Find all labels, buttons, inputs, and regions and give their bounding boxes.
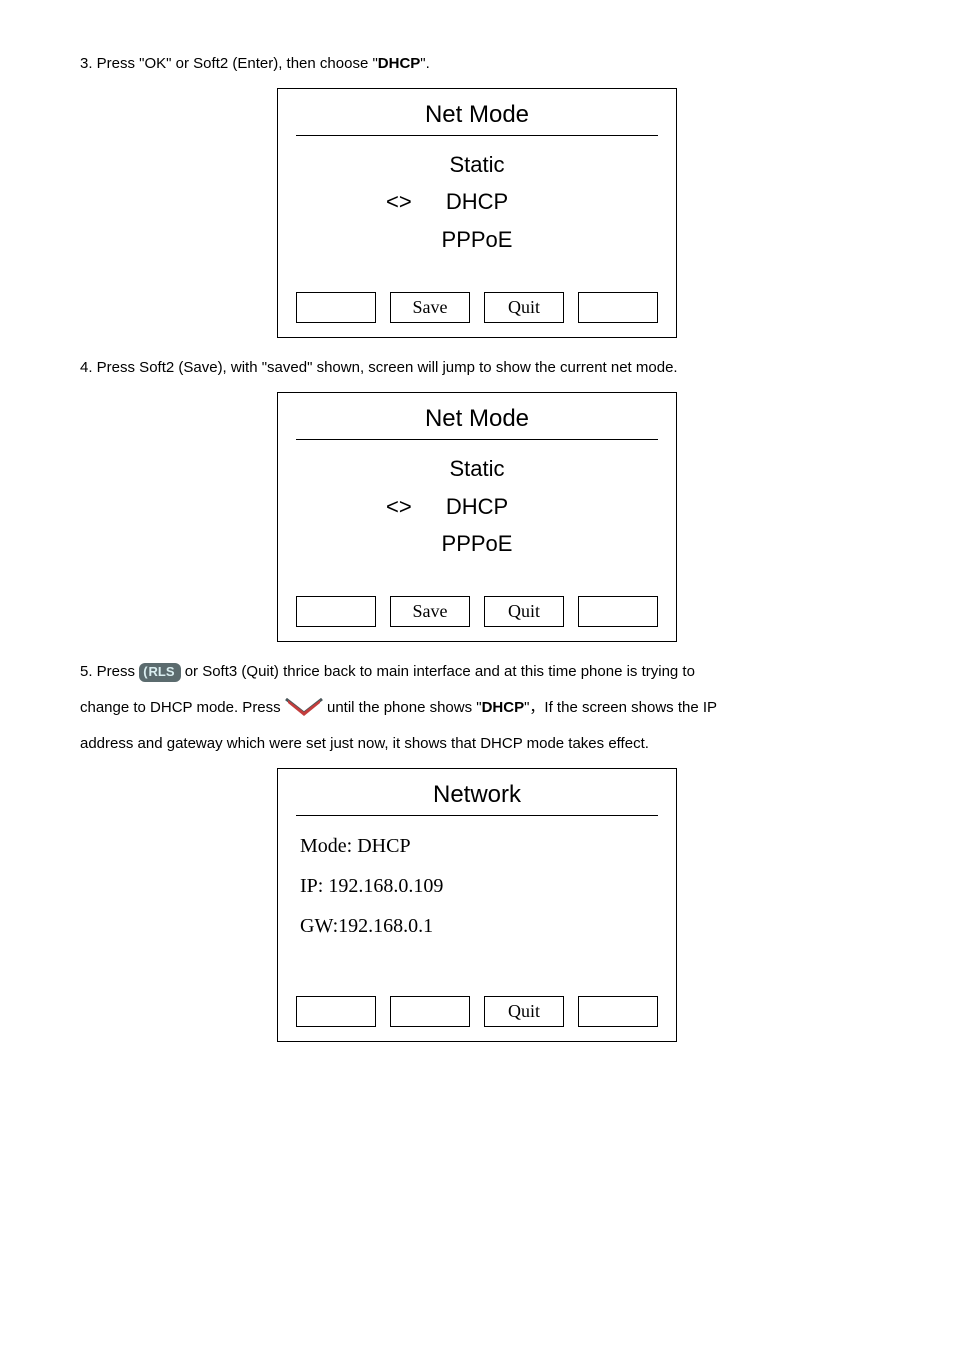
softkey-quit: Quit [484, 292, 564, 323]
softkey-1 [296, 996, 376, 1027]
network-screen: Network Mode: DHCP IP: 192.168.0.109 GW:… [277, 768, 677, 1042]
screen-title: Net Mode [296, 405, 658, 440]
step5-l2-before: change to DHCP mode. Press [80, 699, 285, 716]
step3-before: 3. Press "OK" or Soft2 (Enter), then cho… [80, 55, 378, 72]
screen-title: Net Mode [296, 101, 658, 136]
rls-key-icon: RLS [139, 663, 180, 682]
menu-list: Static <> DHCP PPPoE [296, 146, 658, 258]
softkey-1 [296, 596, 376, 627]
menu-item-pppoe: PPPoE [296, 525, 658, 562]
screen-title: Network [296, 781, 658, 816]
softkey-row: Quit [296, 996, 658, 1027]
softkey-row: Save Quit [296, 596, 658, 627]
step5-block: 5. Press RLS or Soft3 (Quit) thrice back… [80, 660, 874, 756]
menu-item-dhcp: <> DHCP [296, 488, 658, 525]
menu-item-static: Static [296, 450, 658, 487]
step3-after: ". [420, 55, 430, 72]
netmode-screen-2: Net Mode Static <> DHCP PPPoE Save Quit [277, 392, 677, 642]
softkey-2 [390, 996, 470, 1027]
softkey-save: Save [390, 292, 470, 323]
softkey-quit: Quit [484, 596, 564, 627]
softkey-4 [578, 596, 658, 627]
network-mode-line: Mode: DHCP [300, 826, 658, 866]
selection-marker: <> [386, 488, 412, 525]
step5-l1-before: 5. Press [80, 663, 139, 680]
step5-l2-mid2: "，If the screen shows the IP [524, 699, 717, 716]
step4-text: 4. Press Soft2 (Save), with "saved" show… [80, 356, 874, 380]
down-arrow-key-icon [285, 698, 323, 718]
network-ip-line: IP: 192.168.0.109 [300, 866, 658, 906]
network-gw-line: GW:192.168.0.1 [300, 906, 658, 946]
menu-item-pppoe: PPPoE [296, 221, 658, 258]
softkey-1 [296, 292, 376, 323]
selection-marker: <> [386, 183, 412, 220]
softkey-quit: Quit [484, 996, 564, 1027]
menu-list: Static <> DHCP PPPoE [296, 450, 658, 562]
step3-bold: DHCP [378, 55, 421, 72]
softkey-row: Save Quit [296, 292, 658, 323]
softkey-4 [578, 292, 658, 323]
netmode-screen-1: Net Mode Static <> DHCP PPPoE Save Quit [277, 88, 677, 338]
step5-line2: change to DHCP mode. Press until the pho… [80, 696, 874, 720]
softkey-save: Save [390, 596, 470, 627]
network-body: Mode: DHCP IP: 192.168.0.109 GW:192.168.… [296, 826, 658, 946]
step5-l2-bold: DHCP [482, 699, 525, 716]
menu-item-dhcp: <> DHCP [296, 183, 658, 220]
step5-line3: address and gateway which were set just … [80, 732, 874, 756]
step3-text: 3. Press "OK" or Soft2 (Enter), then cho… [80, 52, 874, 76]
step5-l2-mid1: until the phone shows " [327, 699, 482, 716]
step5-line1: 5. Press RLS or Soft3 (Quit) thrice back… [80, 660, 874, 684]
menu-item-static: Static [296, 146, 658, 183]
step5-l1-after: or Soft3 (Quit) thrice back to main inte… [185, 663, 695, 680]
softkey-4 [578, 996, 658, 1027]
